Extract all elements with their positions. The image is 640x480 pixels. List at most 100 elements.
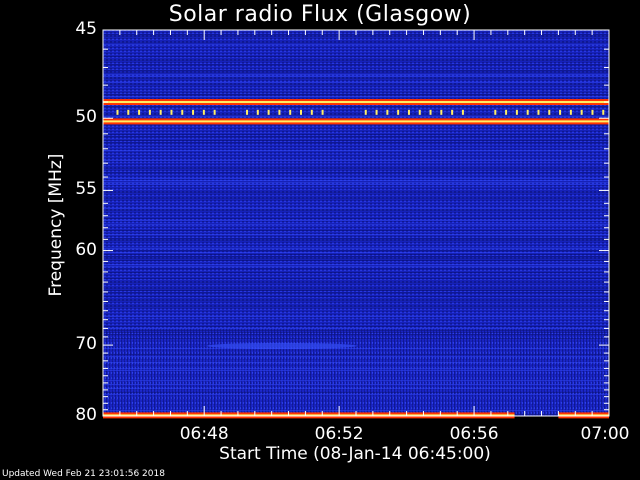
burst-mark (300, 109, 303, 115)
texture-band (103, 334, 609, 335)
burst-mark (559, 109, 562, 115)
texture-band (103, 72, 609, 73)
burst-mark (418, 109, 421, 115)
burst-mark (580, 109, 583, 115)
texture-band (103, 234, 609, 235)
y-tick-label: 50 (75, 107, 97, 128)
burst-mark (278, 109, 281, 115)
burst-mark (526, 109, 529, 115)
spectrogram-lower-region (103, 328, 609, 416)
texture-band (103, 224, 609, 225)
burst-mark (375, 109, 378, 115)
texture-band (103, 250, 609, 251)
texture-band (103, 252, 609, 253)
texture-band (103, 208, 609, 209)
texture-band (103, 94, 609, 95)
texture-band (103, 332, 609, 333)
texture-band (103, 134, 609, 135)
x-tick-label: 06:56 (449, 424, 499, 444)
texture-band (103, 64, 609, 65)
burst-mark (461, 109, 464, 115)
texture-band (103, 106, 609, 107)
burst-mark (407, 109, 410, 115)
texture-band (103, 388, 609, 389)
y-tick-label: 60 (75, 239, 97, 260)
burst-mark (202, 109, 205, 115)
texture-band (103, 368, 609, 369)
burst-mark (494, 109, 497, 115)
texture-band (103, 258, 609, 259)
texture-band (103, 142, 609, 143)
texture-band (103, 84, 609, 85)
burst-mark (397, 109, 400, 115)
texture-band (103, 248, 609, 249)
texture-band (103, 230, 609, 231)
y-tick-label: 70 (75, 334, 97, 355)
texture-band (103, 70, 609, 71)
y-tick-label: 55 (75, 179, 97, 200)
texture-band (103, 114, 609, 115)
texture-band (103, 328, 609, 329)
burst-mark (451, 109, 454, 115)
burst-mark (440, 109, 443, 115)
texture-band (103, 326, 609, 327)
texture-band (103, 348, 609, 349)
texture-band (103, 136, 609, 137)
texture-band (103, 260, 609, 261)
texture-band (103, 150, 609, 151)
burst-mark (159, 109, 162, 115)
burst-mark (364, 109, 367, 115)
texture-band (103, 140, 609, 141)
texture-band (103, 210, 609, 211)
burst-mark (537, 109, 540, 115)
texture-band (103, 82, 609, 83)
texture-band (103, 380, 609, 381)
intense-band-core (103, 120, 609, 123)
texture-band (103, 290, 609, 291)
x-axis-label-text: Start Time (08-Jan-14 06:45:00) (219, 444, 491, 464)
updated-footer: Updated Wed Feb 21 23:01:56 2018 (2, 469, 165, 479)
burst-mark (267, 109, 270, 115)
texture-band (103, 220, 609, 221)
burst-mark (170, 109, 173, 115)
texture-band (103, 56, 609, 57)
burst-mark (289, 109, 292, 115)
texture-band (103, 160, 609, 161)
texture-band (103, 272, 609, 273)
texture-band (103, 78, 609, 79)
texture-band (103, 116, 609, 117)
texture-band (103, 306, 609, 307)
texture-band (103, 218, 609, 219)
x-tick-label: 07:00 (580, 424, 630, 444)
burst-mark (429, 109, 432, 115)
y-tick-label: 45 (75, 19, 97, 39)
texture-band (103, 36, 609, 37)
plot-area (103, 30, 609, 419)
faint-emission (206, 342, 357, 349)
texture-band (103, 278, 609, 279)
intense-band-core (103, 101, 609, 104)
texture-band (103, 198, 609, 199)
texture-band (103, 96, 609, 97)
texture-band (103, 338, 609, 339)
texture-band (103, 384, 609, 385)
texture-band (103, 296, 609, 297)
burst-mark (256, 109, 259, 115)
burst-mark (116, 109, 119, 115)
texture-band (103, 354, 609, 355)
texture-band (103, 172, 609, 173)
burst-mark (602, 109, 605, 115)
x-tick-label: 06:48 (179, 424, 229, 444)
x-tick-label: 06:52 (314, 424, 364, 444)
texture-band (103, 192, 609, 193)
texture-band (103, 288, 609, 289)
burst-mark (569, 109, 572, 115)
texture-band (103, 394, 609, 395)
y-tick-label: 80 (75, 405, 97, 425)
texture-band (103, 370, 609, 371)
texture-band (103, 76, 609, 77)
texture-band (103, 300, 609, 301)
texture-band (103, 410, 609, 411)
texture-band (103, 330, 609, 331)
burst-mark (505, 109, 508, 115)
